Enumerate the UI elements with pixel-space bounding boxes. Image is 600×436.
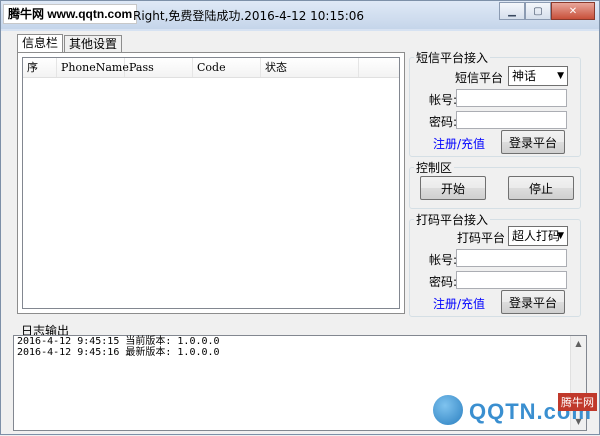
maximize-button[interactable]: ▢ <box>525 2 551 20</box>
column-header-phonename[interactable]: PhoneName <box>57 58 129 77</box>
column-header-status[interactable]: 状态 <box>261 58 359 77</box>
watermark-tag: 腾牛网 <box>558 393 597 411</box>
captcha-account-field[interactable] <box>456 249 567 267</box>
title-bar: 腾牛网 www.qqtn.com Right,免费登陆成功.2016-4-12 … <box>1 1 599 29</box>
app-window: 腾牛网 www.qqtn.com Right,免费登陆成功.2016-4-12 … <box>0 0 600 435</box>
sms-password-field[interactable] <box>456 111 567 129</box>
sms-platform-title: 短信平台接入 <box>416 51 489 65</box>
minimize-button[interactable]: ▁ <box>499 2 525 20</box>
sms-account-field[interactable] <box>456 89 567 107</box>
captcha-platform-select[interactable]: 超人打码 ▼ <box>508 226 568 246</box>
sms-login-button[interactable]: 登录平台 <box>501 130 565 154</box>
log-line: 2016-4-12 9:45:16 最新版本: 1.0.0.0 <box>17 347 220 358</box>
close-button[interactable]: ✕ <box>551 2 595 20</box>
captcha-platform-title: 打码平台接入 <box>416 213 489 227</box>
chevron-down-icon: ▼ <box>557 71 564 81</box>
watermark: QQTN.com 腾牛网 <box>421 393 600 436</box>
column-header-index[interactable]: 序 <box>23 58 57 77</box>
brand-logo: 腾牛网 www.qqtn.com <box>3 4 138 24</box>
sms-register-link[interactable]: 注册/充值 <box>433 135 485 152</box>
chevron-down-icon: ▼ <box>557 231 564 241</box>
column-header-code[interactable]: Code <box>193 58 261 77</box>
captcha-password-label: 密码: <box>429 275 458 289</box>
log-line: 2016-4-12 9:45:15 当前版本: 1.0.0.0 <box>17 336 220 347</box>
watermark-logo-icon <box>431 393 465 427</box>
window-controls: ▁ ▢ ✕ <box>499 2 595 20</box>
maximize-icon: ▢ <box>533 5 543 17</box>
tab-other-settings[interactable]: 其他设置 <box>64 35 123 53</box>
column-header-pass[interactable]: Pass <box>125 58 193 77</box>
sms-platform-label: 短信平台 <box>455 71 504 85</box>
info-panel: 序 PhoneName Pass Code 状态 <box>17 52 405 314</box>
scroll-up-icon[interactable]: ▲ <box>571 336 586 352</box>
sms-account-label: 帐号: <box>429 93 458 107</box>
captcha-password-field[interactable] <box>456 271 567 289</box>
window-title: Right,免费登陆成功.2016-4-12 10:15:06 <box>133 9 365 23</box>
close-icon: ✕ <box>568 5 578 17</box>
stop-button[interactable]: 停止 <box>508 176 574 200</box>
phone-list[interactable]: 序 PhoneName Pass Code 状态 <box>22 57 400 309</box>
control-title: 控制区 <box>416 161 453 175</box>
captcha-platform-label: 打码平台 <box>457 231 506 245</box>
minimize-icon: ▁ <box>508 5 516 17</box>
column-header-filler <box>359 58 399 77</box>
captcha-platform-value: 超人打码 <box>512 229 561 243</box>
captcha-account-label: 帐号: <box>429 253 458 267</box>
sms-platform-value: 神话 <box>512 69 537 83</box>
sms-password-label: 密码: <box>429 115 458 129</box>
list-header: 序 PhoneName Pass Code 状态 <box>23 58 399 78</box>
tab-info[interactable]: 信息栏 <box>17 34 64 53</box>
captcha-login-button[interactable]: 登录平台 <box>501 290 565 314</box>
start-button[interactable]: 开始 <box>420 176 486 200</box>
captcha-register-link[interactable]: 注册/充值 <box>433 295 485 312</box>
sms-platform-select[interactable]: 神话 ▼ <box>508 66 568 86</box>
